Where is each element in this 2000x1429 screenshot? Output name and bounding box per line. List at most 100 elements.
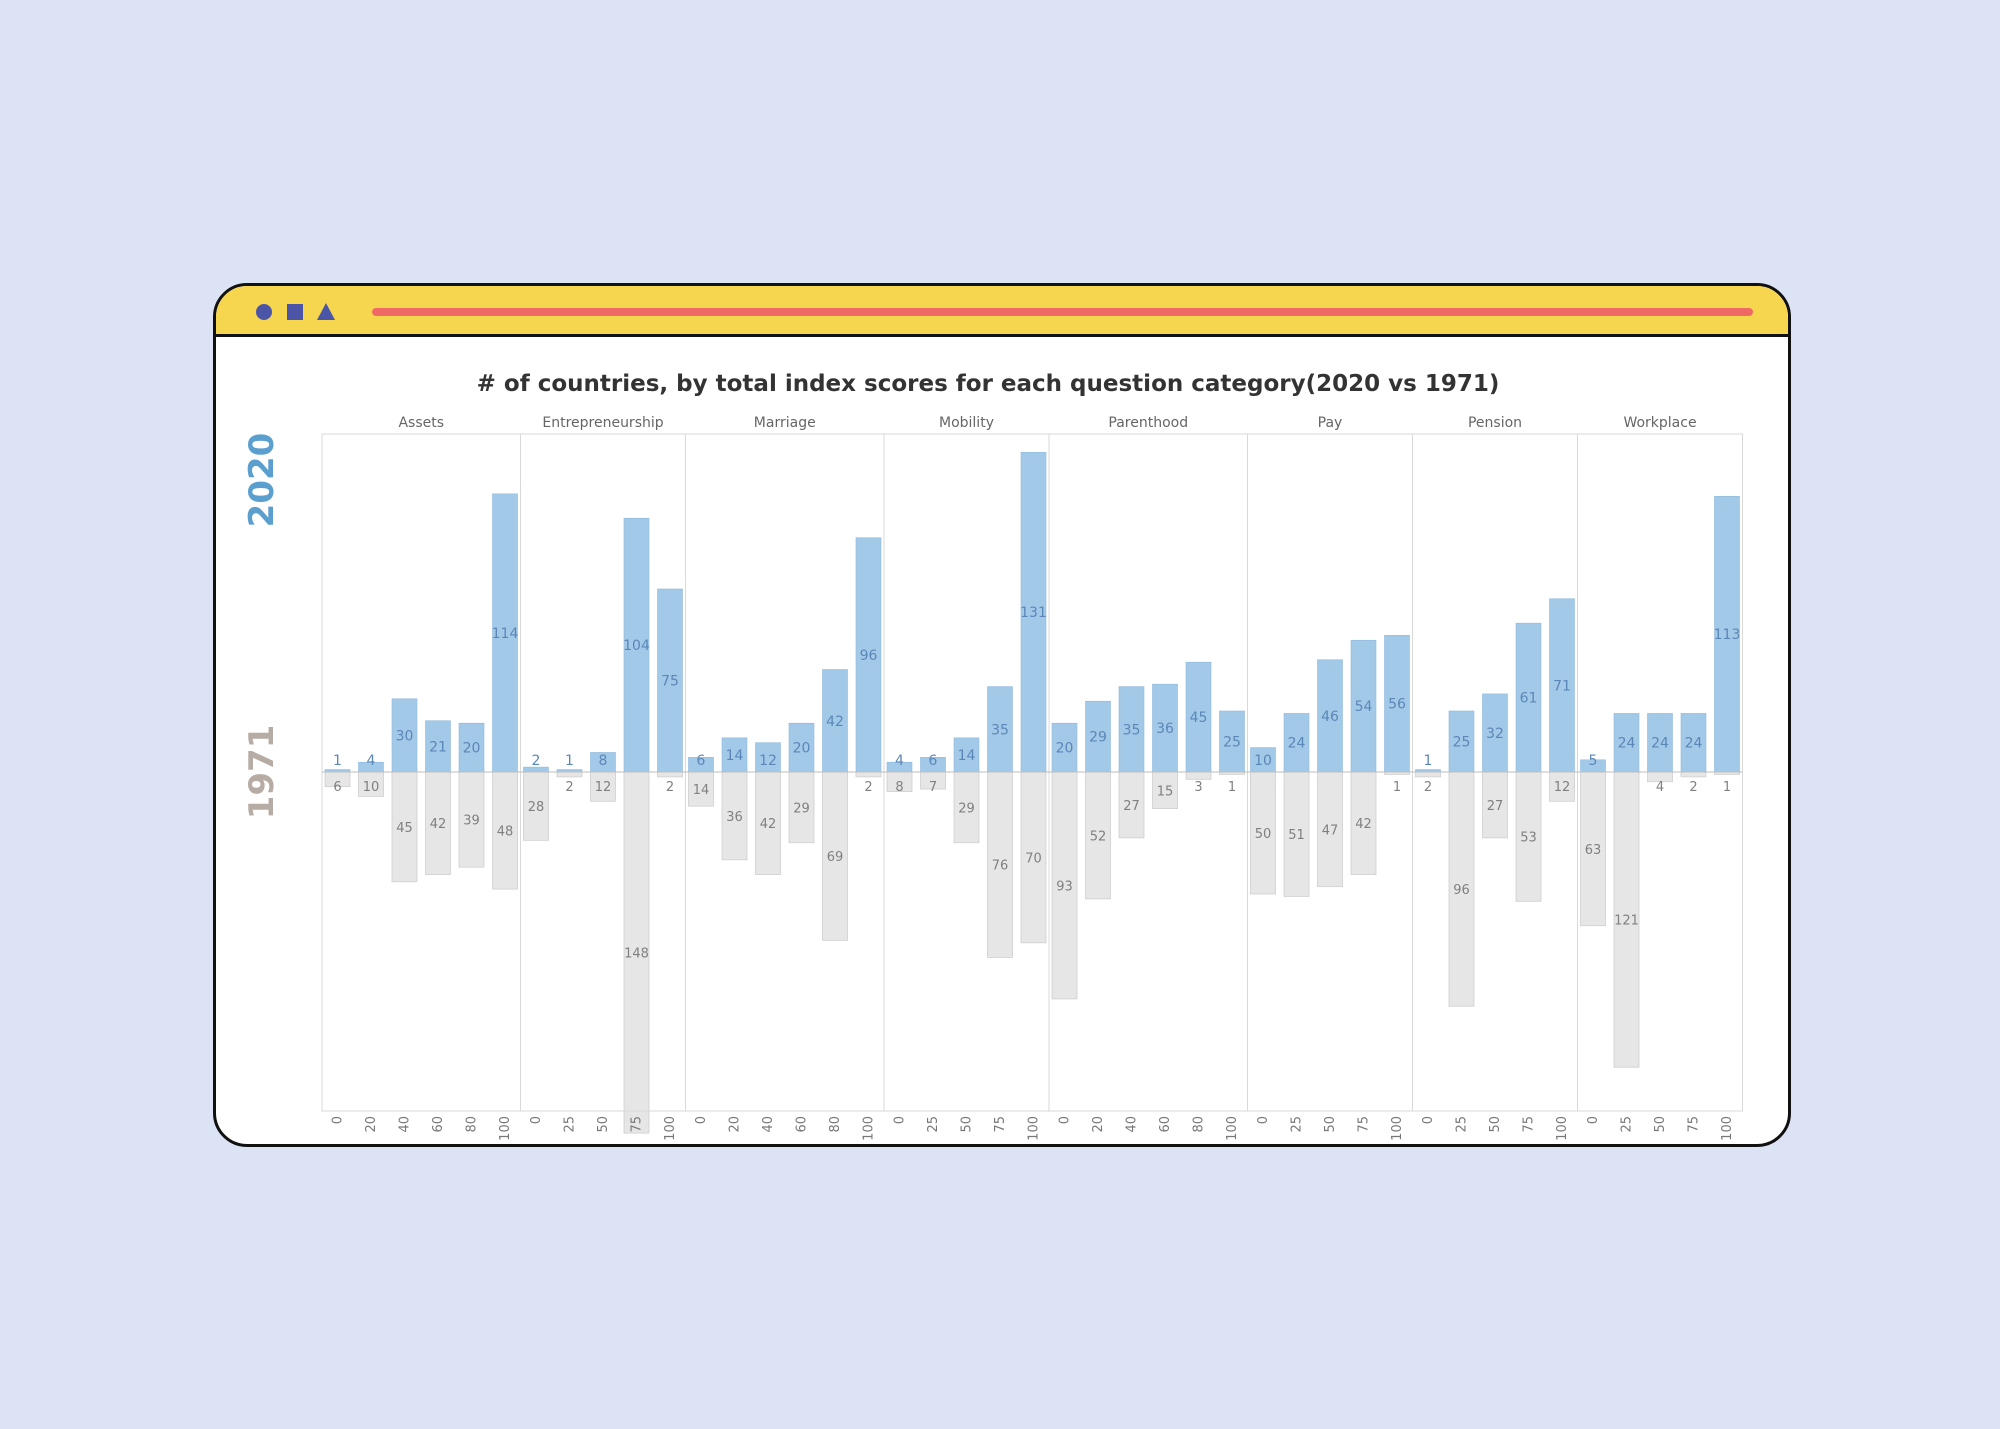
data-label-1971-workplace-75: 2 — [1689, 780, 1697, 795]
data-label-2020-pay-100: 56 — [1388, 697, 1406, 713]
data-label-2020-marriage-40: 12 — [759, 753, 777, 769]
data-label-1971-mobility-0: 8 — [895, 780, 903, 795]
tick-label-assets-40: 40 — [398, 1116, 413, 1133]
data-label-1971-workplace-0: 63 — [1585, 843, 1602, 858]
category-label-pension: Pension — [1468, 415, 1522, 431]
data-label-2020-parenthood-0: 20 — [1056, 741, 1074, 757]
data-label-1971-assets-20: 10 — [363, 780, 380, 795]
data-label-2020-pension-0: 1 — [1424, 753, 1433, 769]
bar-1971-pension-0 — [1415, 771, 1441, 778]
bar-1971-workplace-75 — [1680, 771, 1707, 778]
category-label-pay: Pay — [1318, 415, 1343, 431]
plot-area: Assets1604102030454021426020398011448100… — [321, 415, 1743, 1141]
data-label-1971-pension-100: 12 — [1554, 780, 1571, 795]
data-label-1971-parenthood-80: 3 — [1194, 780, 1202, 795]
data-label-1971-workplace-100: 1 — [1723, 780, 1731, 795]
tick-label-pay-25: 25 — [1290, 1116, 1305, 1133]
data-label-1971-parenthood-60: 15 — [1157, 784, 1174, 799]
browser-window: # of countries, by total index scores fo… — [213, 283, 1791, 1147]
data-label-2020-assets-100: 114 — [492, 626, 519, 642]
data-label-2020-mobility-100: 131 — [1020, 605, 1047, 621]
data-label-2020-workplace-50: 24 — [1651, 736, 1669, 752]
tick-label-pay-0: 0 — [1256, 1116, 1271, 1124]
data-label-1971-mobility-50: 29 — [958, 801, 975, 816]
category-label-marriage: Marriage — [754, 415, 816, 431]
data-label-1971-marriage-80: 69 — [827, 850, 844, 865]
bar-1971-parenthood-80 — [1185, 771, 1212, 780]
data-label-2020-entrepreneurship-25: 1 — [565, 753, 574, 769]
data-label-1971-workplace-25: 121 — [1614, 914, 1639, 929]
data-label-1971-parenthood-100: 1 — [1228, 780, 1236, 795]
data-label-1971-pay-100: 1 — [1393, 780, 1401, 795]
data-label-2020-marriage-60: 20 — [793, 741, 811, 757]
tick-label-mobility-50: 50 — [960, 1116, 975, 1133]
data-label-1971-workplace-50: 4 — [1656, 780, 1664, 795]
tick-label-mobility-100: 100 — [1027, 1116, 1042, 1141]
tick-label-parenthood-20: 20 — [1091, 1116, 1106, 1133]
data-label-2020-entrepreneurship-0: 2 — [532, 753, 541, 769]
tick-label-parenthood-0: 0 — [1058, 1116, 1073, 1124]
data-label-2020-assets-60: 21 — [429, 739, 447, 755]
tick-label-parenthood-100: 100 — [1225, 1116, 1240, 1141]
data-label-1971-marriage-0: 14 — [693, 783, 710, 798]
tick-label-assets-100: 100 — [498, 1116, 513, 1141]
tick-label-assets-20: 20 — [364, 1116, 379, 1133]
tick-label-parenthood-60: 60 — [1158, 1116, 1173, 1133]
tick-label-workplace-50: 50 — [1653, 1116, 1668, 1133]
data-label-1971-pay-25: 51 — [1288, 828, 1305, 843]
bar-chart: # of countries, by total index scores fo… — [242, 371, 1743, 1141]
data-label-2020-parenthood-20: 29 — [1089, 730, 1107, 746]
tick-label-pension-50: 50 — [1488, 1116, 1503, 1133]
data-label-2020-marriage-100: 96 — [860, 648, 878, 664]
data-label-1971-parenthood-20: 52 — [1090, 829, 1107, 844]
data-label-2020-workplace-0: 5 — [1589, 753, 1598, 769]
tick-label-pay-75: 75 — [1357, 1116, 1372, 1133]
bar-1971-entrepreneurship-25 — [556, 771, 583, 778]
bar-1971-entrepreneurship-100 — [657, 771, 683, 778]
data-label-1971-mobility-25: 7 — [929, 780, 937, 795]
data-label-1971-pay-75: 42 — [1355, 817, 1372, 832]
data-label-2020-parenthood-100: 25 — [1223, 735, 1241, 751]
data-label-2020-pension-25: 25 — [1453, 735, 1471, 751]
category-label-parenthood: Parenthood — [1108, 415, 1188, 431]
tick-label-mobility-75: 75 — [993, 1116, 1008, 1133]
data-label-1971-entrepreneurship-100: 2 — [666, 780, 674, 795]
data-label-2020-entrepreneurship-100: 75 — [661, 674, 679, 690]
tick-label-marriage-100: 100 — [862, 1116, 877, 1141]
tick-label-parenthood-80: 80 — [1192, 1116, 1207, 1133]
tick-label-entrepreneurship-50: 50 — [596, 1116, 611, 1133]
data-label-1971-entrepreneurship-75: 148 — [624, 947, 649, 962]
data-label-2020-mobility-25: 6 — [929, 753, 938, 769]
data-label-2020-mobility-50: 14 — [958, 748, 976, 764]
data-label-1971-assets-100: 48 — [497, 825, 514, 840]
data-label-2020-entrepreneurship-75: 104 — [623, 638, 650, 654]
category-label-entrepreneurship: Entrepreneurship — [542, 415, 663, 431]
data-label-1971-entrepreneurship-0: 28 — [528, 800, 545, 815]
tick-label-workplace-25: 25 — [1620, 1116, 1635, 1133]
data-label-1971-pay-50: 47 — [1322, 823, 1339, 838]
tick-label-assets-0: 0 — [331, 1116, 346, 1124]
data-label-1971-pension-75: 53 — [1520, 831, 1537, 846]
data-label-2020-marriage-20: 14 — [726, 748, 744, 764]
data-label-1971-marriage-20: 36 — [726, 810, 743, 825]
data-label-1971-marriage-100: 2 — [864, 780, 872, 795]
category-label-mobility: Mobility — [939, 415, 994, 431]
tick-label-marriage-80: 80 — [828, 1116, 843, 1133]
data-label-2020-workplace-75: 24 — [1685, 736, 1703, 752]
data-label-1971-entrepreneurship-25: 2 — [565, 780, 573, 795]
data-label-2020-parenthood-80: 45 — [1190, 710, 1208, 726]
row-label-2020: 2020 — [242, 433, 282, 528]
tick-label-entrepreneurship-100: 100 — [663, 1116, 678, 1141]
tick-label-marriage-0: 0 — [694, 1116, 709, 1124]
data-label-1971-assets-40: 45 — [396, 821, 413, 836]
tick-label-marriage-60: 60 — [795, 1116, 810, 1133]
data-label-2020-parenthood-40: 35 — [1123, 722, 1141, 738]
tick-label-workplace-100: 100 — [1720, 1116, 1735, 1141]
data-label-2020-assets-80: 20 — [463, 741, 481, 757]
tick-label-marriage-40: 40 — [761, 1116, 776, 1133]
data-label-2020-pay-25: 24 — [1288, 736, 1306, 752]
tick-label-assets-80: 80 — [465, 1116, 480, 1133]
tick-label-pay-50: 50 — [1323, 1116, 1338, 1133]
tick-label-assets-60: 60 — [431, 1116, 446, 1133]
row-label-1971: 1971 — [242, 725, 282, 820]
